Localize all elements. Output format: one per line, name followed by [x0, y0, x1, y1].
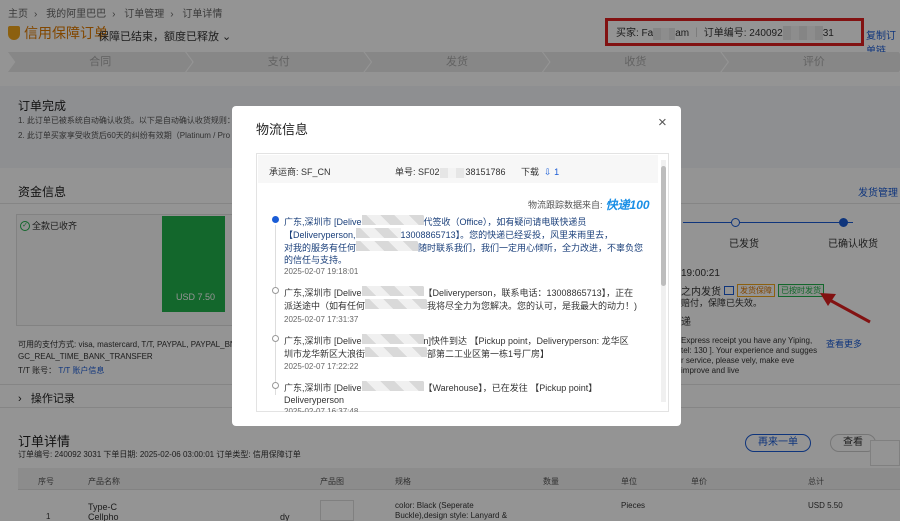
scrollbar-thumb[interactable] [661, 166, 666, 286]
event-1-text: 广东,深圳市 [Delive 代签收（Office），如有疑问请电联快递员 【De… [284, 215, 644, 265]
logistics-panel [256, 153, 669, 412]
close-icon[interactable]: × [658, 115, 667, 131]
data-source: 物流跟踪数据来自: 快递100 [528, 198, 650, 212]
kuaidi100-logo: 快递100 [605, 198, 650, 212]
event-4-text: 广东,深圳市 [Delive 【Warehouse】，已在发往 【Pickup p… [284, 381, 598, 405]
timeline-line [275, 225, 276, 395]
timeline-dot [272, 335, 279, 342]
event-4-time: 2025-02-07 16:37:48 [284, 407, 359, 412]
event-3-text: 广东,深圳市 [Delive n]快件到达 【Pickup point，Deliv… [284, 334, 629, 359]
modal-title: 物流信息 [256, 122, 309, 137]
timeline-dot [272, 287, 279, 294]
waybill-number: 单号: SF02 38151786 [395, 167, 506, 178]
carrier: 承运商: SF_CN [269, 167, 331, 177]
download[interactable]: 下载 ⇩ 1 [521, 165, 559, 178]
event-2-text: 广东,深圳市 [Delive 【Deliveryperson，联系电话：13008… [284, 286, 638, 311]
event-1-time: 2025-02-07 19:18:01 [284, 267, 359, 276]
event-2-time: 2025-02-07 17:31:37 [284, 315, 359, 324]
timeline-dot-active [272, 216, 279, 223]
download-icon[interactable]: ⇩ [544, 167, 552, 177]
event-3-time: 2025-02-07 17:22:22 [284, 362, 359, 371]
download-count: 1 [554, 167, 560, 177]
timeline-dot [272, 382, 279, 389]
